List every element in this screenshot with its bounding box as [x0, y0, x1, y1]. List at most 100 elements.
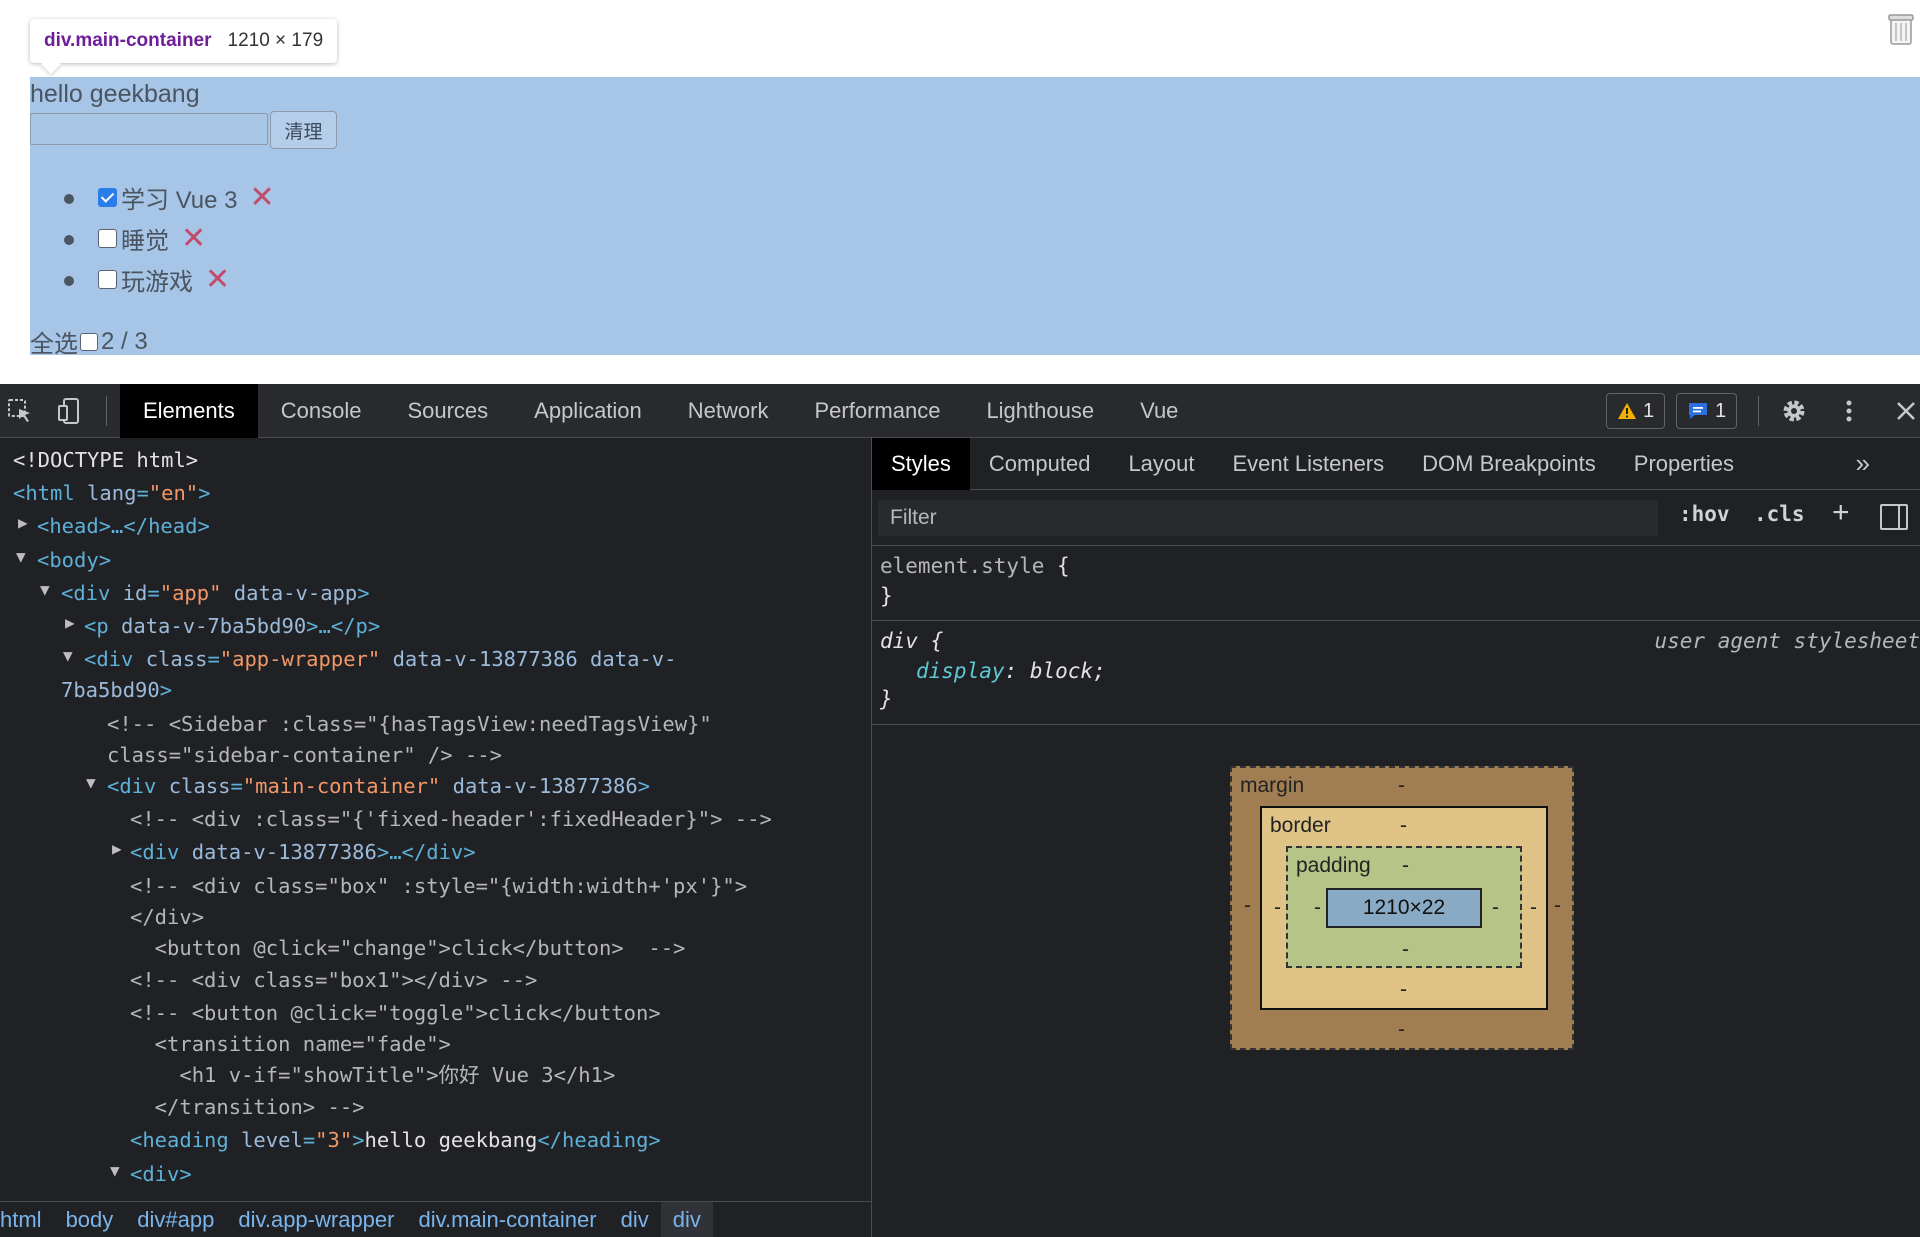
todo-input[interactable] [30, 113, 268, 145]
todo-checkbox[interactable] [98, 270, 117, 289]
clear-button[interactable]: 清理 [270, 111, 337, 149]
new-rule-button[interactable]: + [1832, 496, 1850, 530]
dom-comment[interactable]: <!-- <button @click="toggle">click</butt… [130, 997, 661, 1029]
breadcrumb-item-active[interactable]: div [660, 1202, 713, 1237]
dom-node[interactable]: <div> [130, 1158, 192, 1190]
dom-comment[interactable]: <button @click="change">click</button> -… [130, 932, 686, 964]
dom-comment[interactable]: </div> [130, 901, 204, 933]
dom-node[interactable]: <div class="app-wrapper" data-v-13877386… [84, 643, 676, 675]
inspect-element-icon[interactable] [6, 397, 34, 425]
box-model-border[interactable]: border - - - - padding - - - - 1210×22 [1260, 806, 1548, 1010]
dom-node[interactable]: <div class="main-container" data-v-13877… [107, 770, 650, 802]
class-toggle-button[interactable]: .cls [1754, 502, 1805, 526]
dom-comment[interactable]: class="sidebar-container" /> --> [107, 739, 502, 771]
padding-bottom-value[interactable]: - [1402, 938, 1409, 962]
hover-state-button[interactable]: :hov [1679, 502, 1730, 526]
bullet-dot [64, 235, 74, 245]
border-top-value[interactable]: - [1400, 814, 1407, 838]
expand-triangle-icon[interactable]: ▶ [112, 839, 122, 858]
tab-dom-breakpoints[interactable]: DOM Breakpoints [1403, 438, 1615, 490]
collapse-triangle-icon[interactable]: ▼ [63, 646, 73, 665]
delete-x-icon[interactable]: ✕ [205, 264, 230, 295]
delete-x-icon[interactable]: ✕ [181, 223, 206, 254]
more-options-icon[interactable] [1835, 397, 1863, 425]
tab-performance[interactable]: Performance [791, 384, 963, 438]
tab-console[interactable]: Console [258, 384, 385, 438]
dom-node[interactable]: <div id="app" data-v-app> [61, 577, 370, 609]
dom-tree: <!DOCTYPE html> <html lang="en"> ▶ <head… [0, 438, 871, 1201]
expand-triangle-icon[interactable]: ▶ [18, 513, 28, 532]
todo-item: 学习 Vue 3 ✕ [30, 177, 275, 218]
breadcrumb-item[interactable]: div.main-container [406, 1202, 608, 1237]
margin-bottom-value[interactable]: - [1398, 1018, 1405, 1042]
css-declaration[interactable]: display: block; [916, 659, 1106, 683]
todo-checkbox-checked[interactable] [98, 188, 117, 207]
todo-label: 学习 Vue 3 [121, 187, 238, 214]
border-left-value[interactable]: - [1274, 896, 1281, 920]
rule-selector[interactable]: element.style [880, 554, 1044, 578]
dom-node[interactable]: <div data-v-13877386>…</div> [130, 836, 476, 868]
tab-network[interactable]: Network [665, 384, 792, 438]
styles-filter-input[interactable] [878, 500, 1658, 536]
computed-sidebar-toggle-icon[interactable] [1880, 504, 1908, 530]
dom-comment[interactable]: <!-- <div class="box1"></div> --> [130, 964, 537, 996]
breadcrumb-item[interactable]: body [54, 1202, 126, 1237]
dom-comment[interactable]: <h1 v-if="showTitle">你好 Vue 3</h1> [130, 1059, 615, 1091]
dom-node[interactable]: <head>…</head> [37, 510, 210, 542]
select-all-checkbox[interactable] [80, 332, 98, 351]
tab-lighthouse[interactable]: Lighthouse [963, 384, 1117, 438]
tab-application[interactable]: Application [511, 384, 665, 438]
expand-triangle-icon[interactable]: ▶ [65, 613, 75, 632]
dom-comment[interactable]: <!-- <div class="box" :style="{width:wid… [130, 870, 747, 902]
tab-styles[interactable]: Styles [872, 438, 970, 490]
border-bottom-value[interactable]: - [1400, 978, 1407, 1002]
breadcrumb-item[interactable]: div.app-wrapper [226, 1202, 406, 1237]
border-right-value[interactable]: - [1530, 896, 1537, 920]
dom-comment[interactable]: <!-- <div :class="{'fixed-header':fixedH… [130, 803, 772, 835]
breadcrumb-item[interactable]: div [609, 1202, 661, 1237]
margin-top-value[interactable]: - [1398, 774, 1405, 798]
dom-node[interactable]: <body> [37, 544, 111, 576]
dom-comment[interactable]: <!-- <Sidebar :class="{hasTagsView:needT… [107, 708, 712, 740]
gear-icon[interactable] [1780, 397, 1808, 425]
collapse-triangle-icon[interactable]: ▼ [40, 580, 50, 599]
padding-left-value[interactable]: - [1314, 896, 1321, 920]
tab-vue[interactable]: Vue [1117, 384, 1201, 438]
dom-node[interactable]: <p data-v-7ba5bd90>…</p> [84, 610, 380, 642]
dom-node[interactable]: <html lang="en"> [13, 477, 211, 509]
collapse-triangle-icon[interactable]: ▼ [110, 1161, 120, 1180]
tab-event-listeners[interactable]: Event Listeners [1214, 438, 1404, 490]
collapse-triangle-icon[interactable]: ▼ [86, 773, 96, 792]
dom-comment[interactable]: </transition> --> [130, 1091, 365, 1123]
messages-counter[interactable]: 1 [1676, 393, 1738, 429]
trash-icon[interactable] [1886, 12, 1916, 46]
todo-label: 玩游戏 [121, 269, 193, 296]
breadcrumb-item[interactable]: div#app [125, 1202, 226, 1237]
box-model-padding[interactable]: padding - - - - 1210×22 [1286, 846, 1522, 968]
breadcrumb-item[interactable]: html [0, 1202, 54, 1237]
box-model-content[interactable]: 1210×22 [1326, 888, 1482, 928]
dom-node[interactable]: <!DOCTYPE html> [13, 444, 198, 476]
tab-elements[interactable]: Elements [120, 384, 258, 438]
dom-node[interactable]: <heading level="3">hello geekbang</headi… [130, 1124, 661, 1156]
collapse-triangle-icon[interactable]: ▼ [16, 547, 26, 566]
padding-top-value[interactable]: - [1402, 854, 1409, 878]
close-icon[interactable] [1892, 397, 1920, 425]
padding-right-value[interactable]: - [1492, 896, 1499, 920]
warnings-counter[interactable]: 1 [1606, 393, 1666, 429]
tab-computed[interactable]: Computed [970, 438, 1110, 490]
tab-properties[interactable]: Properties [1615, 438, 1753, 490]
margin-left-value[interactable]: - [1244, 894, 1251, 918]
breadcrumb: html body div#app div.app-wrapper div.ma… [0, 1201, 871, 1237]
tab-layout[interactable]: Layout [1109, 438, 1213, 490]
device-toolbar-icon[interactable] [56, 397, 84, 425]
box-model-margin[interactable]: margin - - - - border - - - - padding - … [1230, 766, 1574, 1050]
margin-right-value[interactable]: - [1554, 894, 1561, 918]
rule-selector[interactable]: div [880, 629, 918, 653]
dom-comment[interactable]: <transition name="fade"> [130, 1028, 451, 1060]
page-heading: hello geekbang [30, 80, 200, 108]
delete-x-icon[interactable]: ✕ [250, 182, 275, 213]
todo-checkbox[interactable] [98, 229, 117, 248]
more-tabs-chevron-icon[interactable]: » [1856, 448, 1870, 479]
tab-sources[interactable]: Sources [384, 384, 511, 438]
